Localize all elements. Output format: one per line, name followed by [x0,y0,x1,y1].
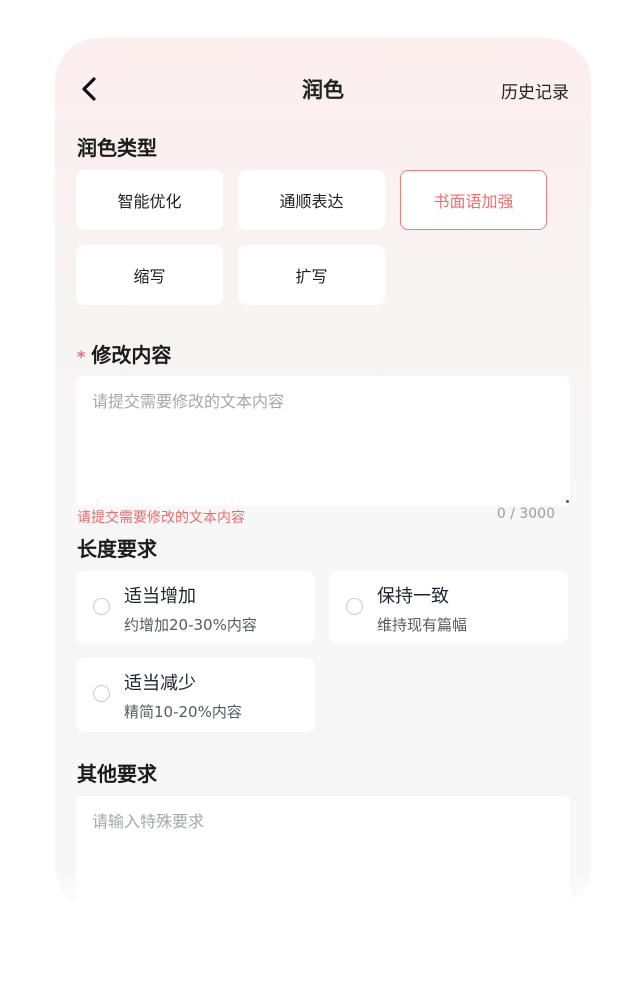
content-error-message: 请提交需要修改的文本内容 [77,510,245,526]
resize-handle[interactable] [566,500,569,503]
length-option-keep[interactable]: 保持一致 维持现有篇幅 [329,571,568,643]
history-link[interactable]: 历史记录 [501,78,569,103]
polish-option-shorten[interactable]: 缩写 [76,245,223,305]
length-option-desc: 约增加20-30%内容 [124,616,257,634]
length-option-title: 适当减少 [124,673,196,694]
character-counter: 0 / 3000 [496,506,555,522]
content-placeholder: 请提交需要修改的文本内容 [92,392,285,411]
length-option-increase[interactable]: 适当增加 约增加20-30%内容 [76,571,315,643]
length-option-desc: 维持现有篇幅 [377,616,468,634]
other-requirements-textarea[interactable]: 请输入特殊要求 [76,796,570,910]
polish-option-expand[interactable]: 扩写 [238,245,385,305]
radio-icon [346,598,363,615]
required-mark: * [77,347,86,366]
length-option-title: 适当增加 [124,586,196,607]
polish-panel: 润色 历史记录 润色类型 智能优化 通顺表达 书面语加强 缩写 扩写 * 修改内容… [55,38,591,910]
content-label: * 修改内容 [77,339,171,368]
length-option-decrease[interactable]: 适当减少 精简10-20%内容 [76,658,315,732]
content-label-text: 修改内容 [91,343,172,367]
polish-option-smart-optimize[interactable]: 智能优化 [76,170,223,230]
radio-icon [93,598,110,615]
content-textarea[interactable]: 请提交需要修改的文本内容 [76,376,570,506]
polish-type-label: 润色类型 [77,136,157,160]
other-requirements-placeholder: 请输入特殊要求 [92,812,205,831]
length-option-title: 保持一致 [377,586,449,607]
other-requirements-label: 其他要求 [77,762,157,786]
polish-option-fluent-expression[interactable]: 通顺表达 [238,170,385,230]
length-option-desc: 精简10-20%内容 [124,703,242,721]
polish-option-formal-enhance[interactable]: 书面语加强 [400,170,547,230]
radio-icon [93,685,110,702]
length-label: 长度要求 [77,537,157,561]
